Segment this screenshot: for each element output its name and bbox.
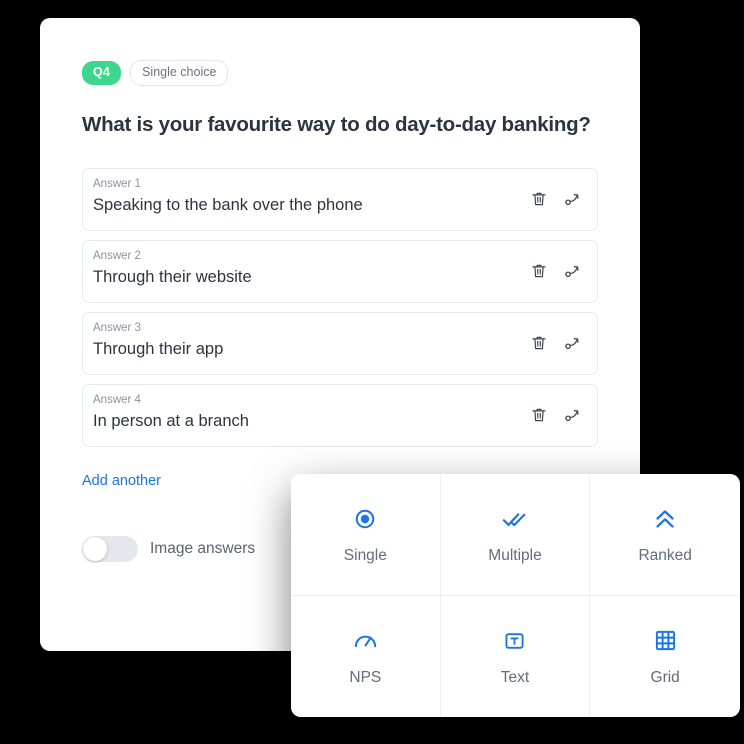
answer-row[interactable]: Answer 3 Through their app (82, 311, 598, 375)
question-title[interactable]: What is your favourite way to do day-to-… (82, 112, 598, 138)
branch-logic-icon[interactable] (563, 189, 583, 209)
answer-row[interactable]: Answer 4 In person at a branch (82, 383, 598, 447)
question-type-picker: Single Multiple Ranked NPS Text Grid (291, 474, 740, 717)
answer-row[interactable]: Answer 1 Speaking to the bank over the p… (82, 167, 598, 231)
type-option-text[interactable]: Text (440, 595, 591, 717)
grid-icon (654, 628, 677, 654)
type-option-label: Multiple (488, 546, 542, 564)
trash-icon[interactable] (529, 405, 549, 425)
answer-actions (529, 261, 583, 281)
type-option-single[interactable]: Single (291, 474, 441, 596)
type-option-nps[interactable]: NPS (291, 595, 441, 717)
trash-icon[interactable] (529, 333, 549, 353)
trash-icon[interactable] (529, 189, 549, 209)
add-another-button[interactable]: Add another (82, 473, 161, 489)
type-option-label: Single (343, 546, 387, 564)
answer-actions (529, 405, 583, 425)
branch-logic-icon[interactable] (563, 333, 583, 353)
radio-filled-icon (354, 506, 376, 532)
answers-list: Answer 1 Speaking to the bank over the p… (82, 167, 598, 447)
answer-row[interactable]: Answer 2 Through their website (82, 239, 598, 303)
branch-logic-icon[interactable] (563, 405, 583, 425)
type-option-ranked[interactable]: Ranked (590, 474, 740, 596)
branch-logic-icon[interactable] (563, 261, 583, 281)
type-option-label: Grid (650, 668, 680, 686)
answer-label: Answer 1 (93, 177, 141, 190)
trash-icon[interactable] (529, 261, 549, 281)
image-answers-label: Image answers (150, 539, 256, 557)
answer-value[interactable]: Speaking to the bank over the phone (93, 196, 583, 216)
type-option-multiple[interactable]: Multiple (440, 474, 591, 596)
answer-value[interactable]: Through their website (93, 268, 583, 288)
double-chevron-up-icon (653, 506, 677, 532)
gauge-icon (353, 628, 378, 654)
answer-label: Answer 4 (93, 393, 141, 406)
type-option-label: Ranked (638, 546, 692, 564)
answer-actions (529, 333, 583, 353)
answer-label: Answer 3 (93, 321, 141, 334)
type-option-grid[interactable]: Grid (590, 595, 740, 717)
answer-value[interactable]: In person at a branch (93, 412, 583, 432)
answer-value[interactable]: Through their app (93, 340, 583, 360)
image-answers-toggle[interactable] (82, 535, 138, 562)
question-badges: Q4 Single choice (82, 60, 598, 86)
type-option-label: NPS (349, 668, 382, 686)
image-answers-toggle-item[interactable]: Image answers (82, 535, 256, 562)
question-type-badge[interactable]: Single choice (130, 60, 229, 86)
answer-label: Answer 2 (93, 249, 141, 262)
double-check-icon (502, 506, 528, 532)
toggle-knob (83, 536, 107, 561)
answer-actions (529, 189, 583, 209)
type-option-label: Text (500, 668, 530, 686)
question-number-badge: Q4 (82, 61, 122, 85)
text-box-icon (503, 628, 526, 654)
